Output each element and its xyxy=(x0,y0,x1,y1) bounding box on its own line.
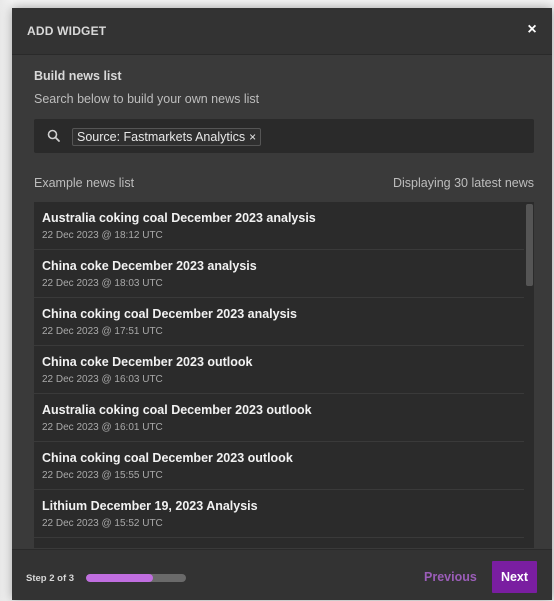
news-item-title: China coking coal December 2023 analysis xyxy=(42,307,297,321)
modal-title: ADD WIDGET xyxy=(27,24,107,38)
news-item-time: 22 Dec 2023 @ 17:51 UTC xyxy=(42,326,163,337)
news-item-title: Australia coking coal December 2023 anal… xyxy=(42,211,316,225)
news-item-time: 22 Dec 2023 @ 15:52 UTC xyxy=(42,518,163,529)
modal-footer: Step 2 of 3 Previous Next xyxy=(12,549,552,600)
news-item-title: China coke December 2023 outlook xyxy=(42,355,253,369)
news-item[interactable]: China coking coal December 2023 outlook … xyxy=(34,442,524,490)
news-item[interactable] xyxy=(34,538,524,548)
news-search-input[interactable]: Source: Fastmarkets Analytics × xyxy=(34,119,534,153)
news-list[interactable]: Australia coking coal December 2023 anal… xyxy=(34,202,534,548)
example-news-list-label: Example news list xyxy=(34,176,135,190)
news-item[interactable]: China coke December 2023 analysis 22 Dec… xyxy=(34,250,524,298)
previous-button[interactable]: Previous xyxy=(424,564,477,590)
news-item-time: 22 Dec 2023 @ 18:03 UTC xyxy=(42,278,163,289)
news-items: Australia coking coal December 2023 anal… xyxy=(34,202,524,548)
news-item[interactable]: China coking coal December 2023 analysis… xyxy=(34,298,524,346)
close-icon: × xyxy=(527,21,537,38)
news-item-title: Lithium December 19, 2023 Analysis xyxy=(42,499,258,513)
news-item-title: Australia coking coal December 2023 outl… xyxy=(42,403,312,417)
news-item[interactable]: Australia coking coal December 2023 outl… xyxy=(34,394,524,442)
step-progress-bar xyxy=(86,574,186,582)
next-button[interactable]: Next xyxy=(492,561,537,593)
news-item-time: 22 Dec 2023 @ 18:12 UTC xyxy=(42,230,163,241)
news-item-title: China coke December 2023 analysis xyxy=(42,259,257,273)
add-widget-modal: ADD WIDGET × Build news list Search belo… xyxy=(12,8,552,600)
news-list-scrollbar[interactable] xyxy=(524,202,534,548)
source-filter-chip-label: Source: Fastmarkets Analytics xyxy=(77,130,246,144)
build-news-list-title: Build news list xyxy=(34,69,122,83)
remove-chip-icon[interactable]: × xyxy=(249,129,256,145)
modal-header: ADD WIDGET × xyxy=(12,8,552,55)
search-icon xyxy=(46,128,62,144)
news-item[interactable]: China coke December 2023 outlook 22 Dec … xyxy=(34,346,524,394)
build-news-list-subtitle: Search below to build your own news list xyxy=(34,92,260,106)
close-button[interactable]: × xyxy=(522,20,542,40)
news-item-time: 22 Dec 2023 @ 15:55 UTC xyxy=(42,470,163,481)
scrollbar-thumb[interactable] xyxy=(526,204,533,286)
news-item-title: China coking coal December 2023 outlook xyxy=(42,451,293,465)
source-filter-chip: Source: Fastmarkets Analytics × xyxy=(72,128,262,146)
news-item-time: 22 Dec 2023 @ 16:01 UTC xyxy=(42,422,163,433)
news-item-time: 22 Dec 2023 @ 16:03 UTC xyxy=(42,374,163,385)
news-item[interactable]: Lithium December 19, 2023 Analysis 22 De… xyxy=(34,490,524,538)
step-indicator: Step 2 of 3 xyxy=(26,573,75,584)
news-count-text: Displaying 30 latest news xyxy=(392,176,534,190)
step-progress-fill xyxy=(86,574,153,582)
news-item[interactable]: Australia coking coal December 2023 anal… xyxy=(34,202,524,250)
